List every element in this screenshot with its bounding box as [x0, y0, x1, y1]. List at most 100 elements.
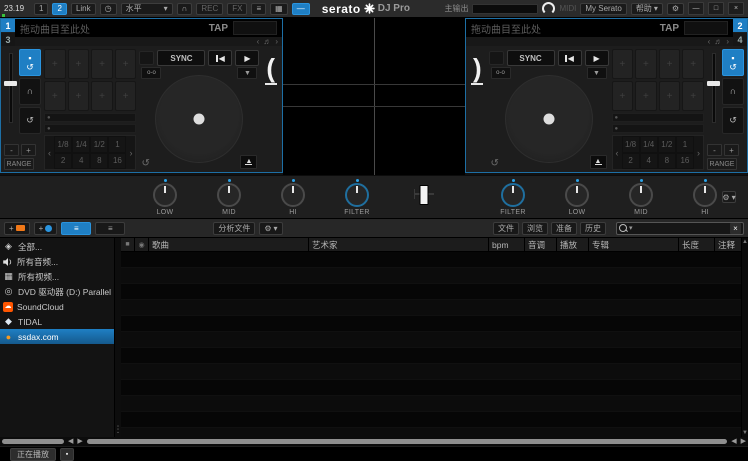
fader-handle[interactable] [4, 81, 17, 86]
hotcue-button[interactable]: + [91, 49, 113, 79]
deck-right-repeat-button[interactable]: ↺ [491, 158, 499, 169]
library-settings-button[interactable]: ⚙▾ [259, 222, 282, 235]
loop-size-button[interactable]: 2 [622, 153, 640, 170]
deck-right-title-bar[interactable]: 拖动曲目至此处 TAP [466, 19, 733, 37]
column-play[interactable]: 播放 [557, 238, 589, 251]
fader-handle[interactable] [707, 81, 720, 86]
mixer-panel-button[interactable]: — [292, 3, 310, 15]
column-album[interactable]: 专辑 [589, 238, 679, 251]
deck-left-range-button[interactable]: RANGE [4, 158, 34, 170]
hotcue-button[interactable]: + [68, 81, 90, 111]
next-track-icon[interactable]: › [726, 37, 729, 46]
hotcue-button[interactable]: + [659, 49, 681, 79]
close-button[interactable]: × [728, 2, 744, 15]
loop-size-button[interactable]: 1/4 [640, 136, 658, 153]
deck-right-filter-display-button[interactable]: ▼ [587, 67, 607, 79]
restore-button[interactable]: □ [708, 2, 724, 15]
search-clear-button[interactable]: × [730, 223, 741, 234]
deck-right-pitch-bend-icon[interactable]: ( [473, 57, 482, 79]
table-row[interactable] [121, 268, 741, 284]
clock-button[interactable]: ◷ [100, 3, 117, 15]
loop-size-button[interactable]: 1 [108, 136, 126, 153]
split-cue-button[interactable]: ∩ [177, 3, 193, 15]
view-mode-horizontal-button[interactable]: ≡ [61, 222, 91, 235]
deck-left-title-bar[interactable]: 拖动曲目至此处 TAP [15, 19, 282, 37]
column-key[interactable]: 音调 [525, 238, 557, 251]
deck-left-play-button[interactable]: ▶ [235, 50, 259, 66]
low-knob-left[interactable] [153, 183, 177, 207]
rec-button[interactable]: REC [196, 3, 223, 15]
fx-panel-button[interactable]: ≡ [251, 3, 266, 15]
deck-right-pitch-minus-button[interactable]: - [707, 144, 722, 156]
table-row[interactable] [121, 412, 741, 428]
crossfader[interactable] [414, 184, 434, 204]
sidebar-item-dvd-drive[interactable]: ◎DVD 驱动器 (D:) Parallel▲ [0, 284, 114, 299]
deck-left-slip-button[interactable]: ↺ [19, 107, 41, 134]
prev-track-icon[interactable]: ‹ [257, 37, 260, 46]
column-comment[interactable]: 注释 [715, 238, 741, 251]
deck-left-cue-previous-button[interactable]: ◀ [208, 50, 232, 66]
saved-loop-slot[interactable]: ● [612, 124, 704, 133]
loop-size-button[interactable]: 4 [72, 153, 90, 170]
deck-right-jog-wheel[interactable] [505, 75, 593, 163]
help-dropdown[interactable]: 帮助▾ [631, 3, 663, 15]
loop-double-button[interactable]: › [126, 136, 135, 169]
hotcue-button[interactable]: + [115, 81, 137, 111]
loop-size-button[interactable]: 16 [108, 153, 126, 170]
deck-left-pitch-plus-button[interactable]: + [21, 144, 36, 156]
deck-left-keylock-button[interactable]: o-o [141, 67, 161, 79]
mixer-settings-button[interactable]: ⚙▾ [722, 191, 736, 203]
search-filter-caret[interactable]: ▾ [629, 224, 633, 232]
loop-size-button[interactable]: 2 [54, 153, 72, 170]
files-panel-button[interactable]: 文件 [493, 222, 519, 235]
scroll-up-icon[interactable]: ▲ [742, 239, 748, 245]
deck-right-tap-button[interactable]: TAP [660, 23, 679, 34]
now-playing-button[interactable]: 正在播放 [10, 448, 56, 461]
loop-size-button[interactable]: 1/4 [72, 136, 90, 153]
hotcue-button[interactable]: + [44, 81, 66, 111]
midi-button[interactable]: MIDI [559, 4, 576, 13]
prev-track-icon[interactable]: ‹ [708, 37, 711, 46]
hotcue-button[interactable]: + [91, 81, 113, 111]
deck-left-jog-wheel[interactable] [155, 75, 243, 163]
scroll-down-icon[interactable]: ▼ [742, 430, 748, 436]
sidebar-item-tidal[interactable]: ◆TIDAL [0, 314, 114, 329]
link-button[interactable]: Link [71, 3, 96, 15]
loop-size-button[interactable]: 1/2 [658, 136, 676, 153]
mid-knob-left[interactable] [217, 183, 241, 207]
loop-size-button[interactable]: 1/2 [90, 136, 108, 153]
mid-knob-right[interactable] [629, 183, 653, 207]
scroll-right-icon[interactable]: ▶ [77, 438, 82, 445]
saved-loop-slot[interactable]: ● [612, 113, 704, 122]
hotcue-button[interactable]: + [682, 81, 704, 111]
column-art[interactable]: ■ [121, 238, 135, 251]
table-vertical-scrollbar[interactable]: ▲ ▼ [741, 238, 748, 437]
deck-right-range-button[interactable]: RANGE [707, 158, 737, 170]
deck-count-1-button[interactable]: 1 [34, 3, 48, 15]
deck-right-cue-sync-button[interactable]: ▪↺ [722, 49, 744, 76]
loop-size-button[interactable]: 1/8 [54, 136, 72, 153]
deck-left-tempo-handle[interactable] [265, 83, 277, 85]
loop-size-button[interactable]: 1 [676, 136, 694, 153]
table-row[interactable] [121, 284, 741, 300]
sampler-panel-button[interactable]: ▦ [270, 3, 288, 15]
deck-right-slip-button[interactable]: ↺ [722, 107, 744, 134]
sidebar-item-all-video[interactable]: ▦所有视频... [0, 269, 114, 284]
deck-left-pitch-fader[interactable] [4, 49, 17, 144]
table-row[interactable] [121, 300, 741, 316]
column-artist[interactable]: 艺术家 [309, 238, 489, 251]
loop-half-button[interactable]: ‹ [613, 136, 622, 169]
hotcue-button[interactable]: + [612, 81, 634, 111]
my-serato-button[interactable]: My Serato [580, 3, 626, 15]
settings-button[interactable]: ⚙ [667, 3, 684, 15]
scroll-right-icon[interactable]: ▶ [741, 438, 746, 445]
layout-mode-select[interactable]: 水平▾ [121, 3, 173, 15]
deck-left-tap-button[interactable]: TAP [209, 23, 228, 34]
fx-button[interactable]: FX [227, 3, 247, 15]
crossfader-handle[interactable] [420, 185, 429, 205]
loop-size-button[interactable]: 8 [90, 153, 108, 170]
deck-right-number-active[interactable]: 2 [733, 19, 747, 32]
hi-knob-left[interactable] [281, 183, 305, 207]
deck-right-pitch-plus-button[interactable]: + [724, 144, 739, 156]
hotcue-button[interactable]: + [115, 49, 137, 79]
